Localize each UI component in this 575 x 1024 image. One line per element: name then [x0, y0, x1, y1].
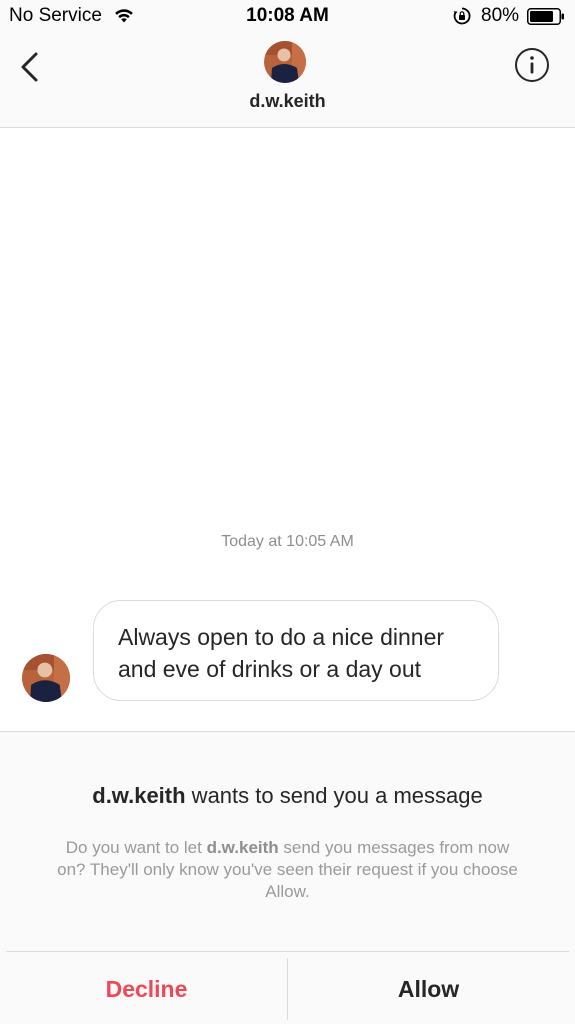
header-avatar[interactable]: [264, 41, 306, 83]
chat-header: d.w.keith: [0, 32, 575, 128]
message-thread[interactable]: Today at 10:05 AM Always open to do a ni…: [0, 129, 575, 731]
request-actions: Decline Allow: [6, 951, 569, 1024]
profile-photo-icon: [22, 654, 70, 702]
battery-percent: 80%: [481, 5, 520, 26]
allow-button[interactable]: Allow: [288, 952, 569, 1024]
info-button[interactable]: [514, 47, 550, 83]
decline-button[interactable]: Decline: [6, 952, 287, 1024]
header-username[interactable]: d.w.keith: [0, 91, 575, 112]
request-title-username: d.w.keith: [92, 783, 186, 808]
sender-avatar[interactable]: [22, 654, 70, 702]
request-desc-prefix: Do you want to let: [65, 838, 207, 857]
message-text-line: Always open to do a nice dinner: [118, 624, 445, 650]
orientation-lock-icon: [453, 7, 471, 25]
request-description: Do you want to let d.w.keith send you me…: [50, 837, 525, 903]
battery-icon: [527, 8, 564, 25]
request-title: d.w.keith wants to send you a message: [0, 783, 575, 809]
message-bubble[interactable]: Always open to do a nice dinner and eve …: [93, 600, 499, 701]
message-request-panel: d.w.keith wants to send you a message Do…: [0, 731, 575, 1024]
profile-photo-icon: [264, 41, 306, 83]
chevron-left-icon: [21, 52, 38, 82]
status-bar: No Service 10:08 AM 80%: [0, 0, 575, 32]
message-timestamp: Today at 10:05 AM: [221, 533, 354, 550]
request-desc-username: d.w.keith: [206, 838, 279, 857]
back-button[interactable]: [14, 50, 48, 84]
message-text-line: and eve of drinks or a day out: [118, 656, 422, 682]
info-icon: [530, 56, 534, 60]
request-title-text: wants to send you a message: [185, 783, 483, 808]
